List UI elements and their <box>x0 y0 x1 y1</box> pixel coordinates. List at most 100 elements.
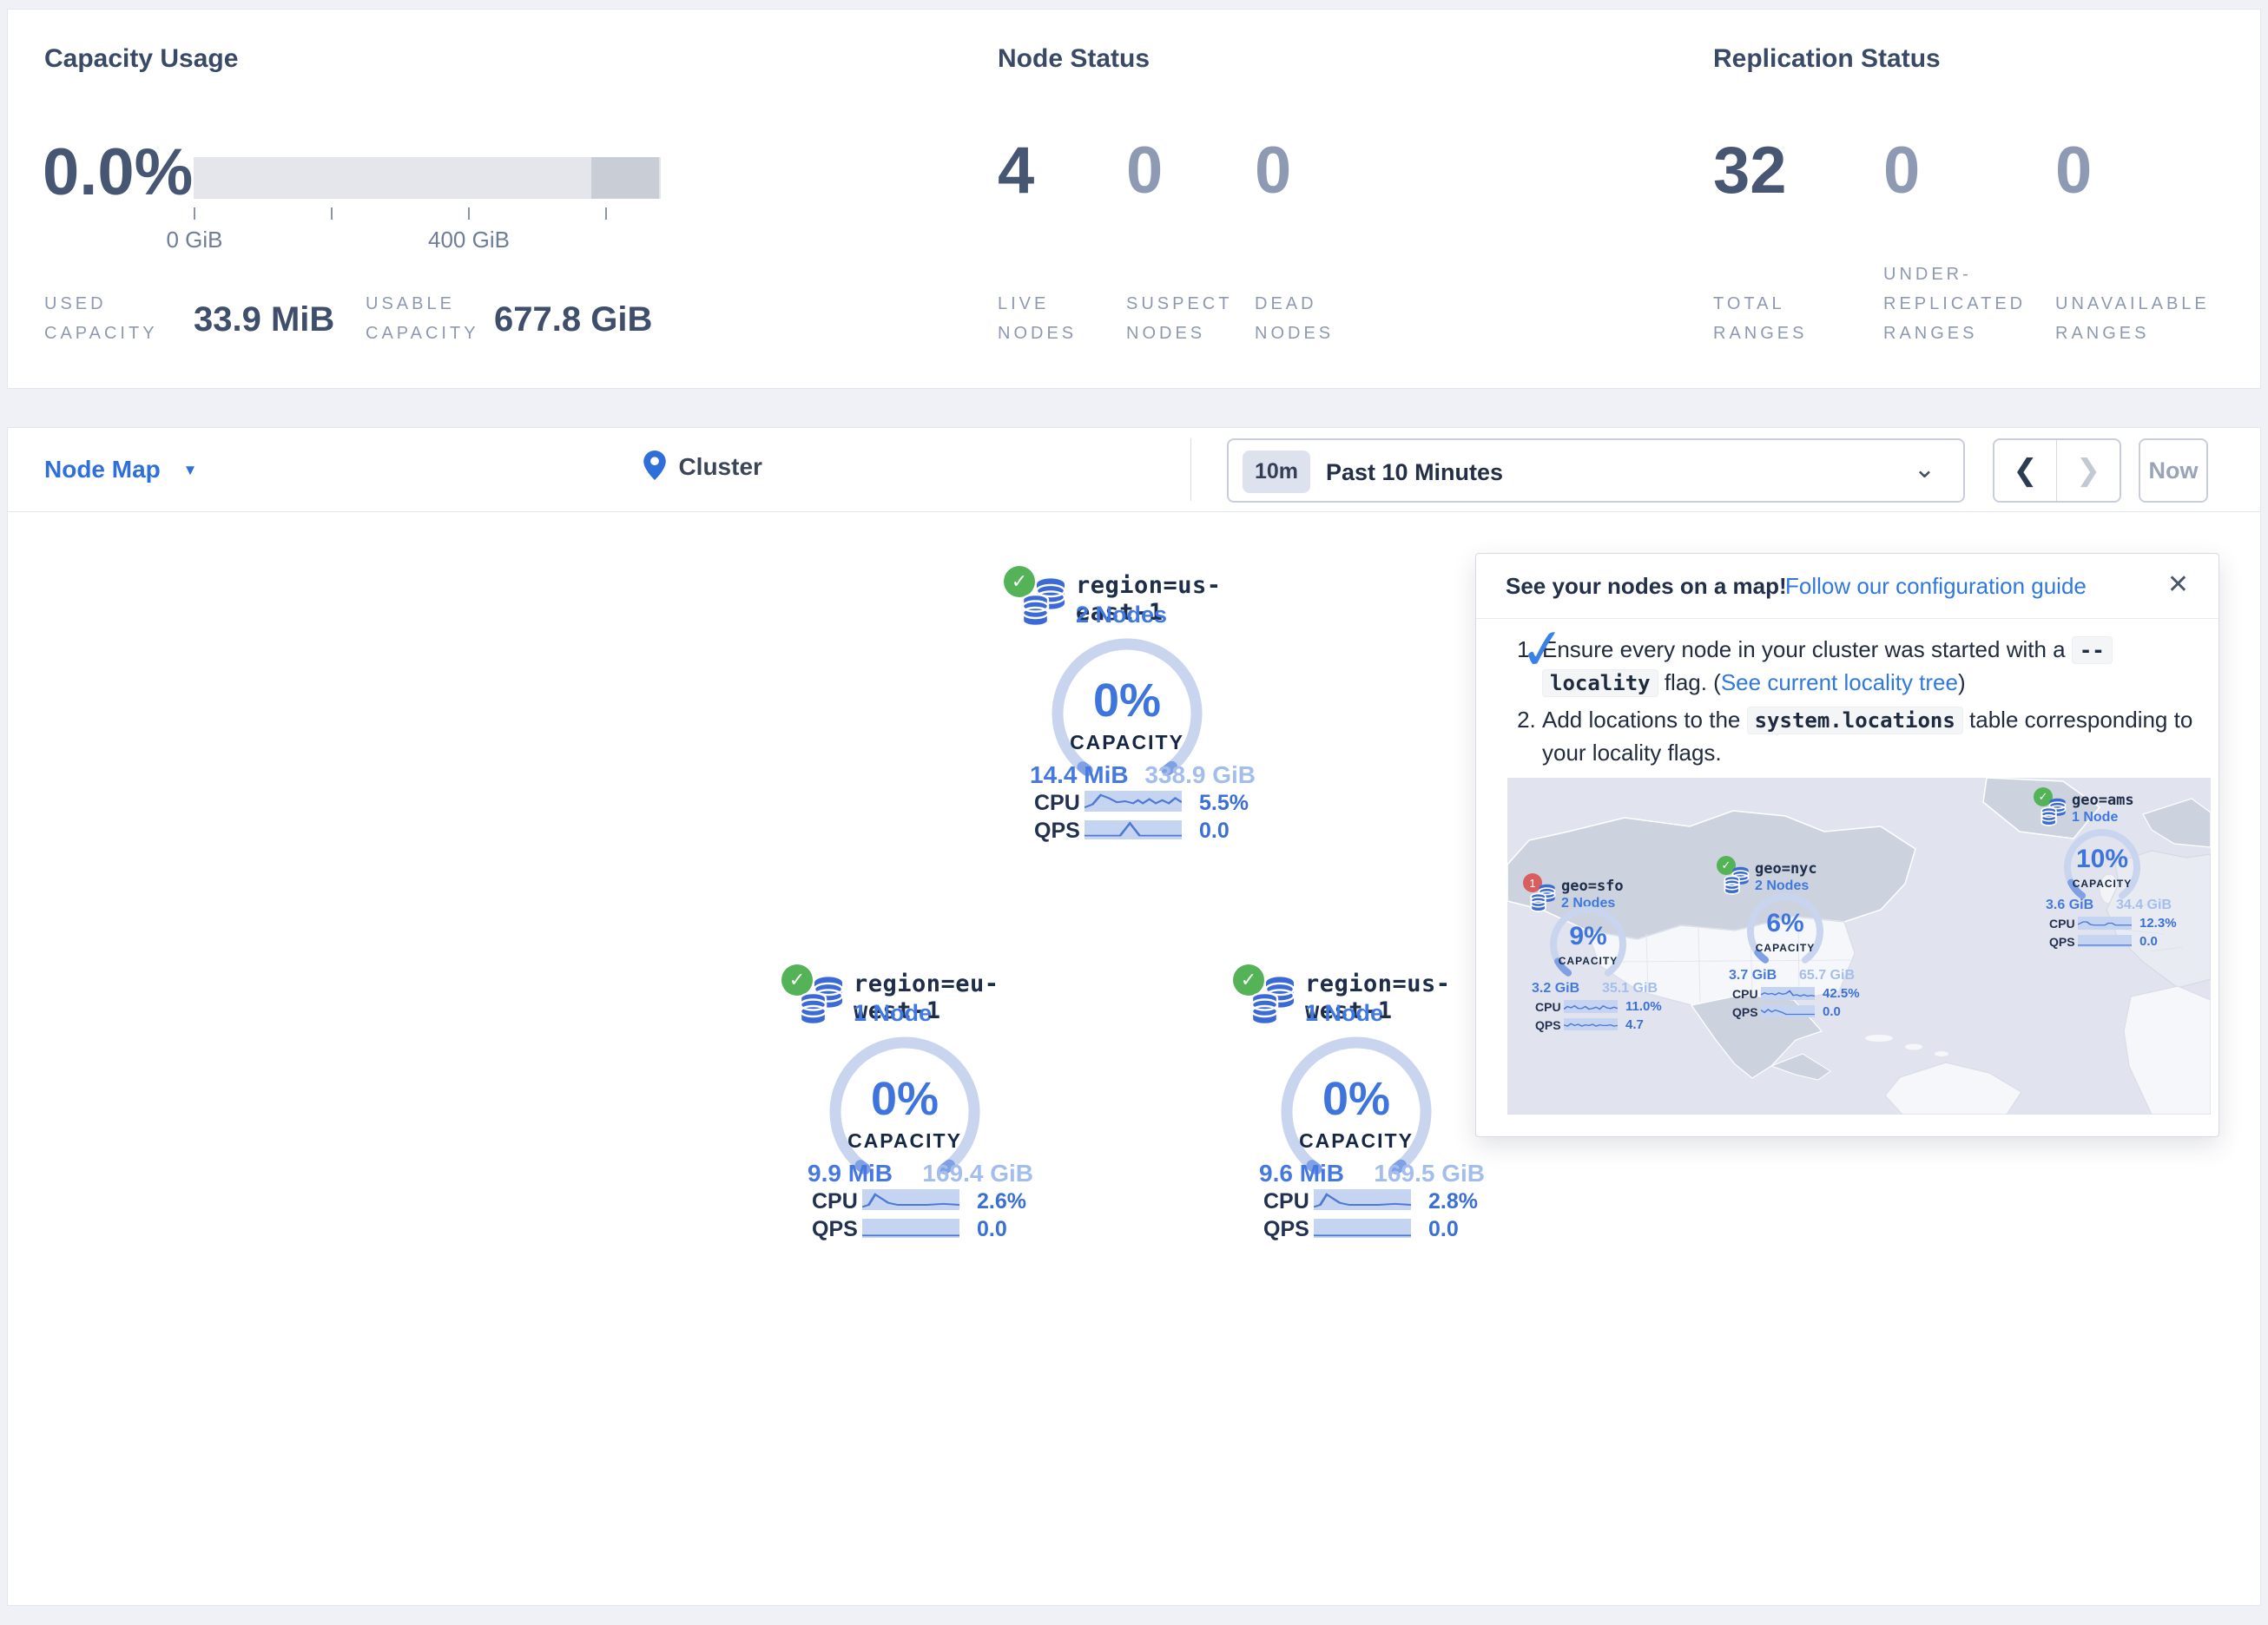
capacity-axis-label-0: 0 GiB <box>129 227 260 253</box>
dead-nodes-label: DEAD NODES <box>1255 289 1359 348</box>
close-icon[interactable]: ✕ <box>2167 569 2189 600</box>
unavailable-ranges-label: UNAVAILABLE RANGES <box>2055 289 2229 348</box>
used-capacity: 9.9 MiB <box>808 1160 893 1188</box>
step-complete-check-icon: ✓ <box>1515 607 1570 692</box>
usable-capacity-value: 677.8 GiB <box>494 300 652 339</box>
gauge-capacity-label: CAPACITY <box>818 1129 992 1153</box>
total-capacity: 169.4 GiB <box>905 1160 1033 1188</box>
used-capacity: 3.7 GiB <box>1729 968 1777 984</box>
qps-value: 0.0 <box>1428 1217 1459 1242</box>
used-capacity-value: 33.9 MiB <box>194 300 334 339</box>
capacity-gauge: 6% CAPACITY <box>1742 888 1829 975</box>
config-step-2: Add locations to the system.locations ta… <box>1542 704 2193 769</box>
qps-label: QPS <box>1535 1018 1561 1032</box>
cpu-label: CPU <box>1263 1189 1309 1214</box>
region-card-us-west-1[interactable]: ✓ region=us-west-1 1 Node 0% CAPACITY 9.… <box>1226 958 1513 1245</box>
total-capacity: 35.1 GiB <box>1592 981 1658 997</box>
map-node-sfo[interactable]: 1 geo=sfo 2 Nodes 9% CAPACITY 3.2 GiB 35… <box>1523 873 1671 1047</box>
view-selector-label: Node Map <box>44 456 161 483</box>
replication-status-title: Replication Status <box>1713 44 1941 74</box>
region-card-us-east-1[interactable]: ✓ region=us-east-1 2 Nodes 0% CAPACITY 1… <box>997 560 1283 846</box>
gauge-percent: 6% <box>1742 911 1829 937</box>
total-capacity: 34.4 GiB <box>2106 898 2172 913</box>
live-nodes-count: 4 <box>998 138 1034 204</box>
time-step-arrows: ❮ ❯ <box>1993 438 2121 503</box>
total-capacity: 169.5 GiB <box>1356 1160 1485 1188</box>
gauge-percent: 10% <box>2059 846 2146 872</box>
cpu-value: 11.0% <box>1625 999 1662 1014</box>
breadcrumb-label: Cluster <box>678 453 761 480</box>
used-capacity: 9.6 MiB <box>1259 1160 1344 1188</box>
map-node-ams[interactable]: ✓ geo=ams 1 Node 10% CAPACITY 3.6 GiB 34… <box>2034 787 2181 961</box>
region-card-eu-west-1[interactable]: ✓ region=eu-west-1 1 Node 0% CAPACITY 9.… <box>775 958 1061 1245</box>
cpu-value: 42.5% <box>1823 986 1860 1001</box>
configuration-guide-link[interactable]: Follow our configuration guide <box>1785 573 2087 600</box>
time-forward-button[interactable]: ❯ <box>2057 440 2120 501</box>
used-capacity: 3.6 GiB <box>2046 898 2093 913</box>
cpu-value: 2.6% <box>977 1189 1026 1214</box>
under-replicated-count: 0 <box>1883 138 1920 204</box>
popup-header: See your nodes on a map! Follow our conf… <box>1476 554 2219 619</box>
dropdown-caret-icon: ▼ <box>183 462 198 478</box>
qps-label: QPS <box>1034 819 1080 844</box>
view-selector-dropdown[interactable]: Node Map ▼ <box>44 456 197 484</box>
cpu-label: CPU <box>1535 1000 1561 1014</box>
time-range-selector[interactable]: 10m Past 10 Minutes ⌄ <box>1227 438 1965 503</box>
qps-sparkline <box>1085 820 1182 839</box>
node-status-title: Node Status <box>998 44 1150 74</box>
cpu-sparkline <box>862 1189 959 1210</box>
popup-instructions: ✓ Ensure every node in your cluster was … <box>1516 634 2193 775</box>
capacity-bar <box>194 157 661 199</box>
cpu-value: 12.3% <box>2139 916 2177 931</box>
map-node-name: geo=ams <box>2072 792 2134 809</box>
capacity-gauge: 9% CAPACITY <box>1545 901 1632 988</box>
capacity-axis-tick <box>331 207 333 220</box>
time-range-badge: 10m <box>1243 451 1310 493</box>
cluster-summary-card: Capacity Usage 0.0% 0 GiB 400 GiB USED C… <box>7 9 2261 389</box>
system-locations-code: system.locations <box>1747 707 1963 734</box>
toolbar-divider <box>1190 438 1191 501</box>
capacity-axis-tick <box>605 207 607 220</box>
location-pin-icon <box>643 451 666 484</box>
gauge-capacity-label: CAPACITY <box>1269 1129 1443 1153</box>
total-capacity: 338.9 GiB <box>1127 761 1256 789</box>
map-configuration-popup: See your nodes on a map! Follow our conf… <box>1475 553 2219 1137</box>
gauge-percent: 0% <box>818 1076 992 1122</box>
database-icon <box>799 976 844 1030</box>
qps-label: QPS <box>2049 935 2075 949</box>
cpu-sparkline <box>1085 791 1182 812</box>
region-node-count: 1 Node <box>854 1000 932 1027</box>
under-replicated-label: UNDER-REPLICATED RANGES <box>1883 260 2053 348</box>
now-button[interactable]: Now <box>2139 438 2208 503</box>
breadcrumb[interactable]: Cluster <box>643 451 762 484</box>
gauge-capacity-label: CAPACITY <box>1545 955 1632 967</box>
total-capacity: 65.7 GiB <box>1790 968 1855 984</box>
node-map-page: Capacity Usage 0.0% 0 GiB 400 GiB USED C… <box>0 0 2268 1625</box>
gauge-capacity-label: CAPACITY <box>1742 942 1829 954</box>
gauge-percent: 9% <box>1545 924 1632 950</box>
region-node-count: 2 Nodes <box>1076 602 1167 628</box>
capacity-bar-reserved-segment <box>591 157 659 199</box>
map-node-name: geo=nyc <box>1755 860 1817 878</box>
capacity-axis-tick <box>468 207 470 220</box>
see-locality-tree-link[interactable]: See current locality tree <box>1721 669 1958 695</box>
gauge-percent: 0% <box>1269 1076 1443 1122</box>
region-node-count: 1 Node <box>1305 1000 1383 1027</box>
chevron-down-icon: ⌄ <box>1914 454 1935 484</box>
cpu-label: CPU <box>1732 987 1758 1001</box>
total-ranges-label: TOTAL RANGES <box>1713 289 1835 348</box>
time-back-button[interactable]: ❮ <box>1994 440 2057 501</box>
view-toolbar: Node Map ▼ Cluster 10m Past 10 Minutes ⌄… <box>7 427 2261 512</box>
cpu-sparkline <box>1314 1189 1411 1210</box>
used-capacity: 14.4 MiB <box>1030 761 1129 789</box>
qps-value: 0.0 <box>1199 819 1230 844</box>
qps-value: 0.0 <box>1823 1004 1841 1019</box>
cpu-sparkline <box>2078 917 2132 930</box>
cpu-label: CPU <box>1034 791 1080 816</box>
suspect-nodes-label: SUSPECT NODES <box>1126 289 1248 348</box>
suspect-nodes-count: 0 <box>1126 138 1163 204</box>
qps-sparkline <box>2078 935 2132 947</box>
used-capacity: 3.2 GiB <box>1532 981 1579 997</box>
capacity-axis-tick <box>194 207 195 220</box>
map-node-nyc[interactable]: ✓ geo=nyc 2 Nodes 6% CAPACITY 3.7 GiB 65… <box>1717 856 1864 1030</box>
